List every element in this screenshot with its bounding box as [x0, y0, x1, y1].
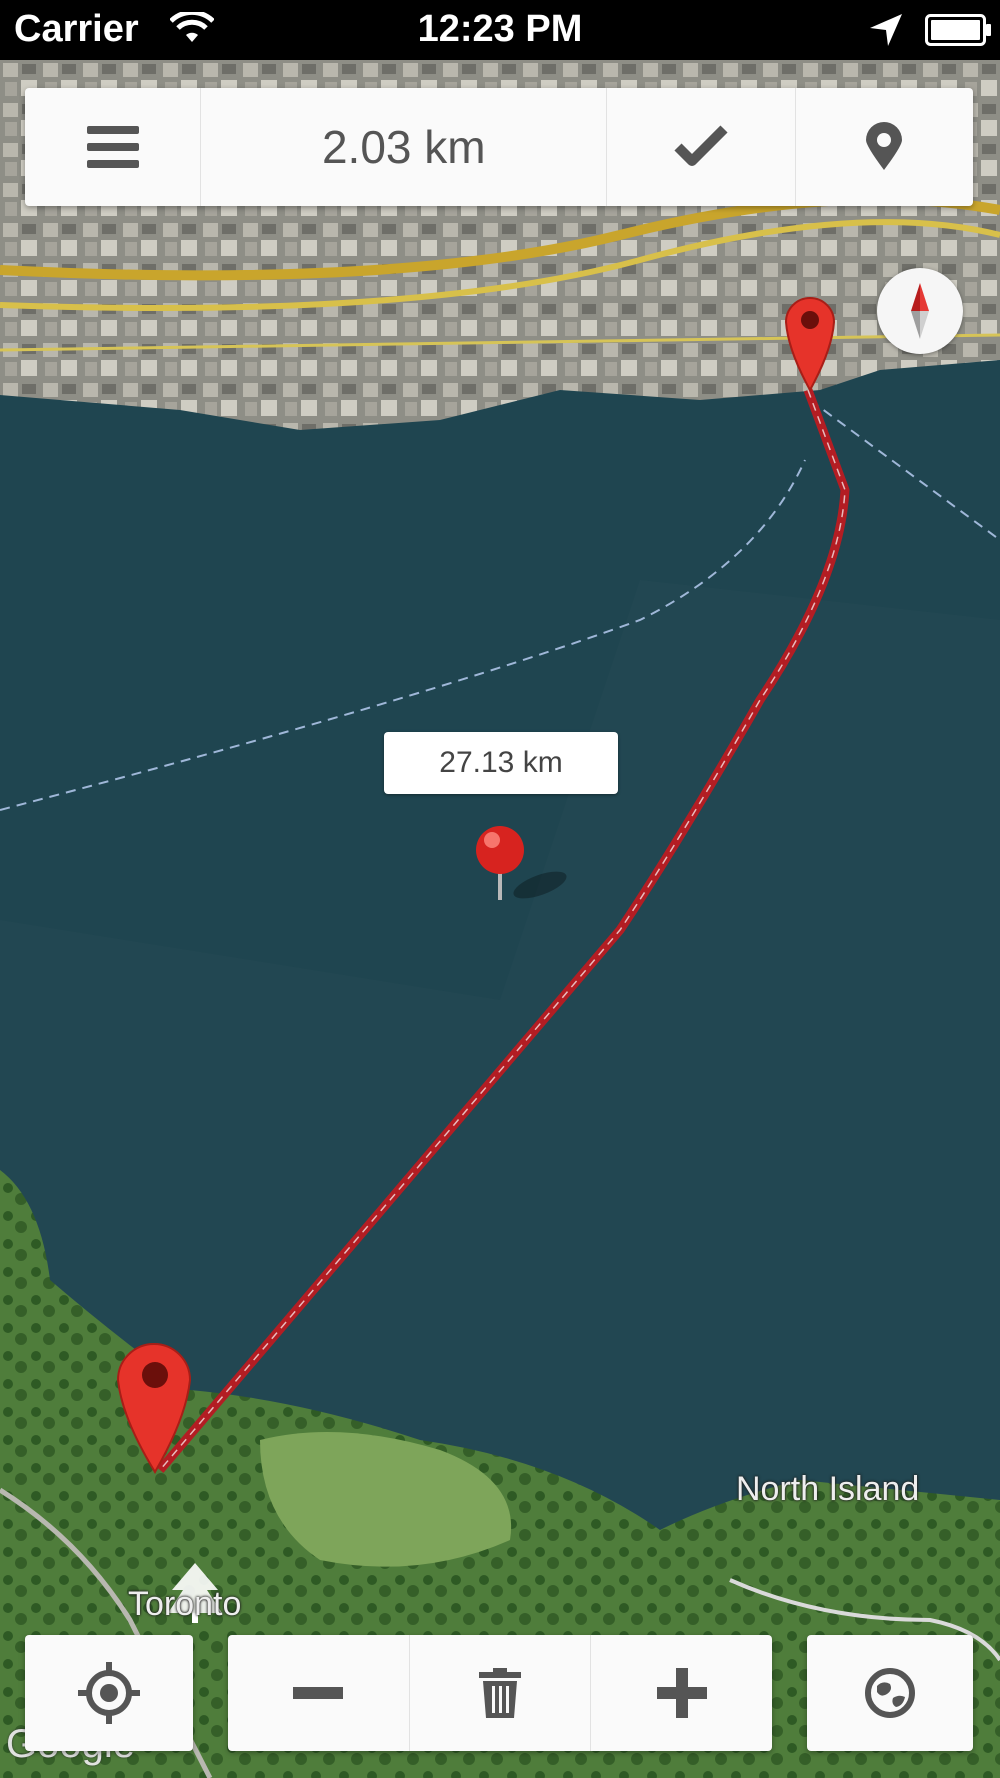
status-bar: Carrier 12:23 PM — [0, 0, 1000, 60]
total-distance[interactable]: 2.03 km — [201, 88, 608, 206]
globe-icon — [865, 1668, 915, 1718]
map-type-button[interactable] — [807, 1635, 973, 1751]
locate-control — [25, 1635, 193, 1751]
trash-icon — [479, 1668, 521, 1718]
locate-button[interactable] — [25, 1635, 193, 1751]
place-label-north-island: North Island — [736, 1470, 920, 1508]
battery-icon — [925, 14, 993, 51]
map-type-control — [807, 1635, 973, 1751]
top-toolbar: 2.03 km — [25, 88, 973, 206]
map-pin-icon — [866, 122, 903, 170]
compass-icon — [911, 283, 929, 339]
status-time: 12:23 PM — [417, 8, 583, 50]
menu-button[interactable] — [25, 88, 202, 206]
pin-button[interactable] — [796, 88, 973, 206]
zoom-in-button[interactable] — [591, 1635, 772, 1751]
plus-icon — [656, 1668, 707, 1718]
measure-label: 27.13 km — [384, 732, 618, 794]
edit-controls — [228, 1635, 772, 1751]
place-label-toronto: Toronto — [128, 1585, 242, 1623]
zoom-out-button[interactable] — [228, 1635, 410, 1751]
delete-button[interactable] — [410, 1635, 592, 1751]
menu-icon — [86, 126, 139, 168]
checkmark-icon — [674, 125, 728, 166]
location-arrow-icon — [868, 12, 904, 53]
map-view[interactable] — [0, 60, 1000, 1778]
confirm-button[interactable] — [607, 88, 796, 206]
compass-button[interactable] — [877, 268, 963, 354]
minus-icon — [293, 1687, 344, 1699]
locate-icon — [78, 1662, 140, 1724]
